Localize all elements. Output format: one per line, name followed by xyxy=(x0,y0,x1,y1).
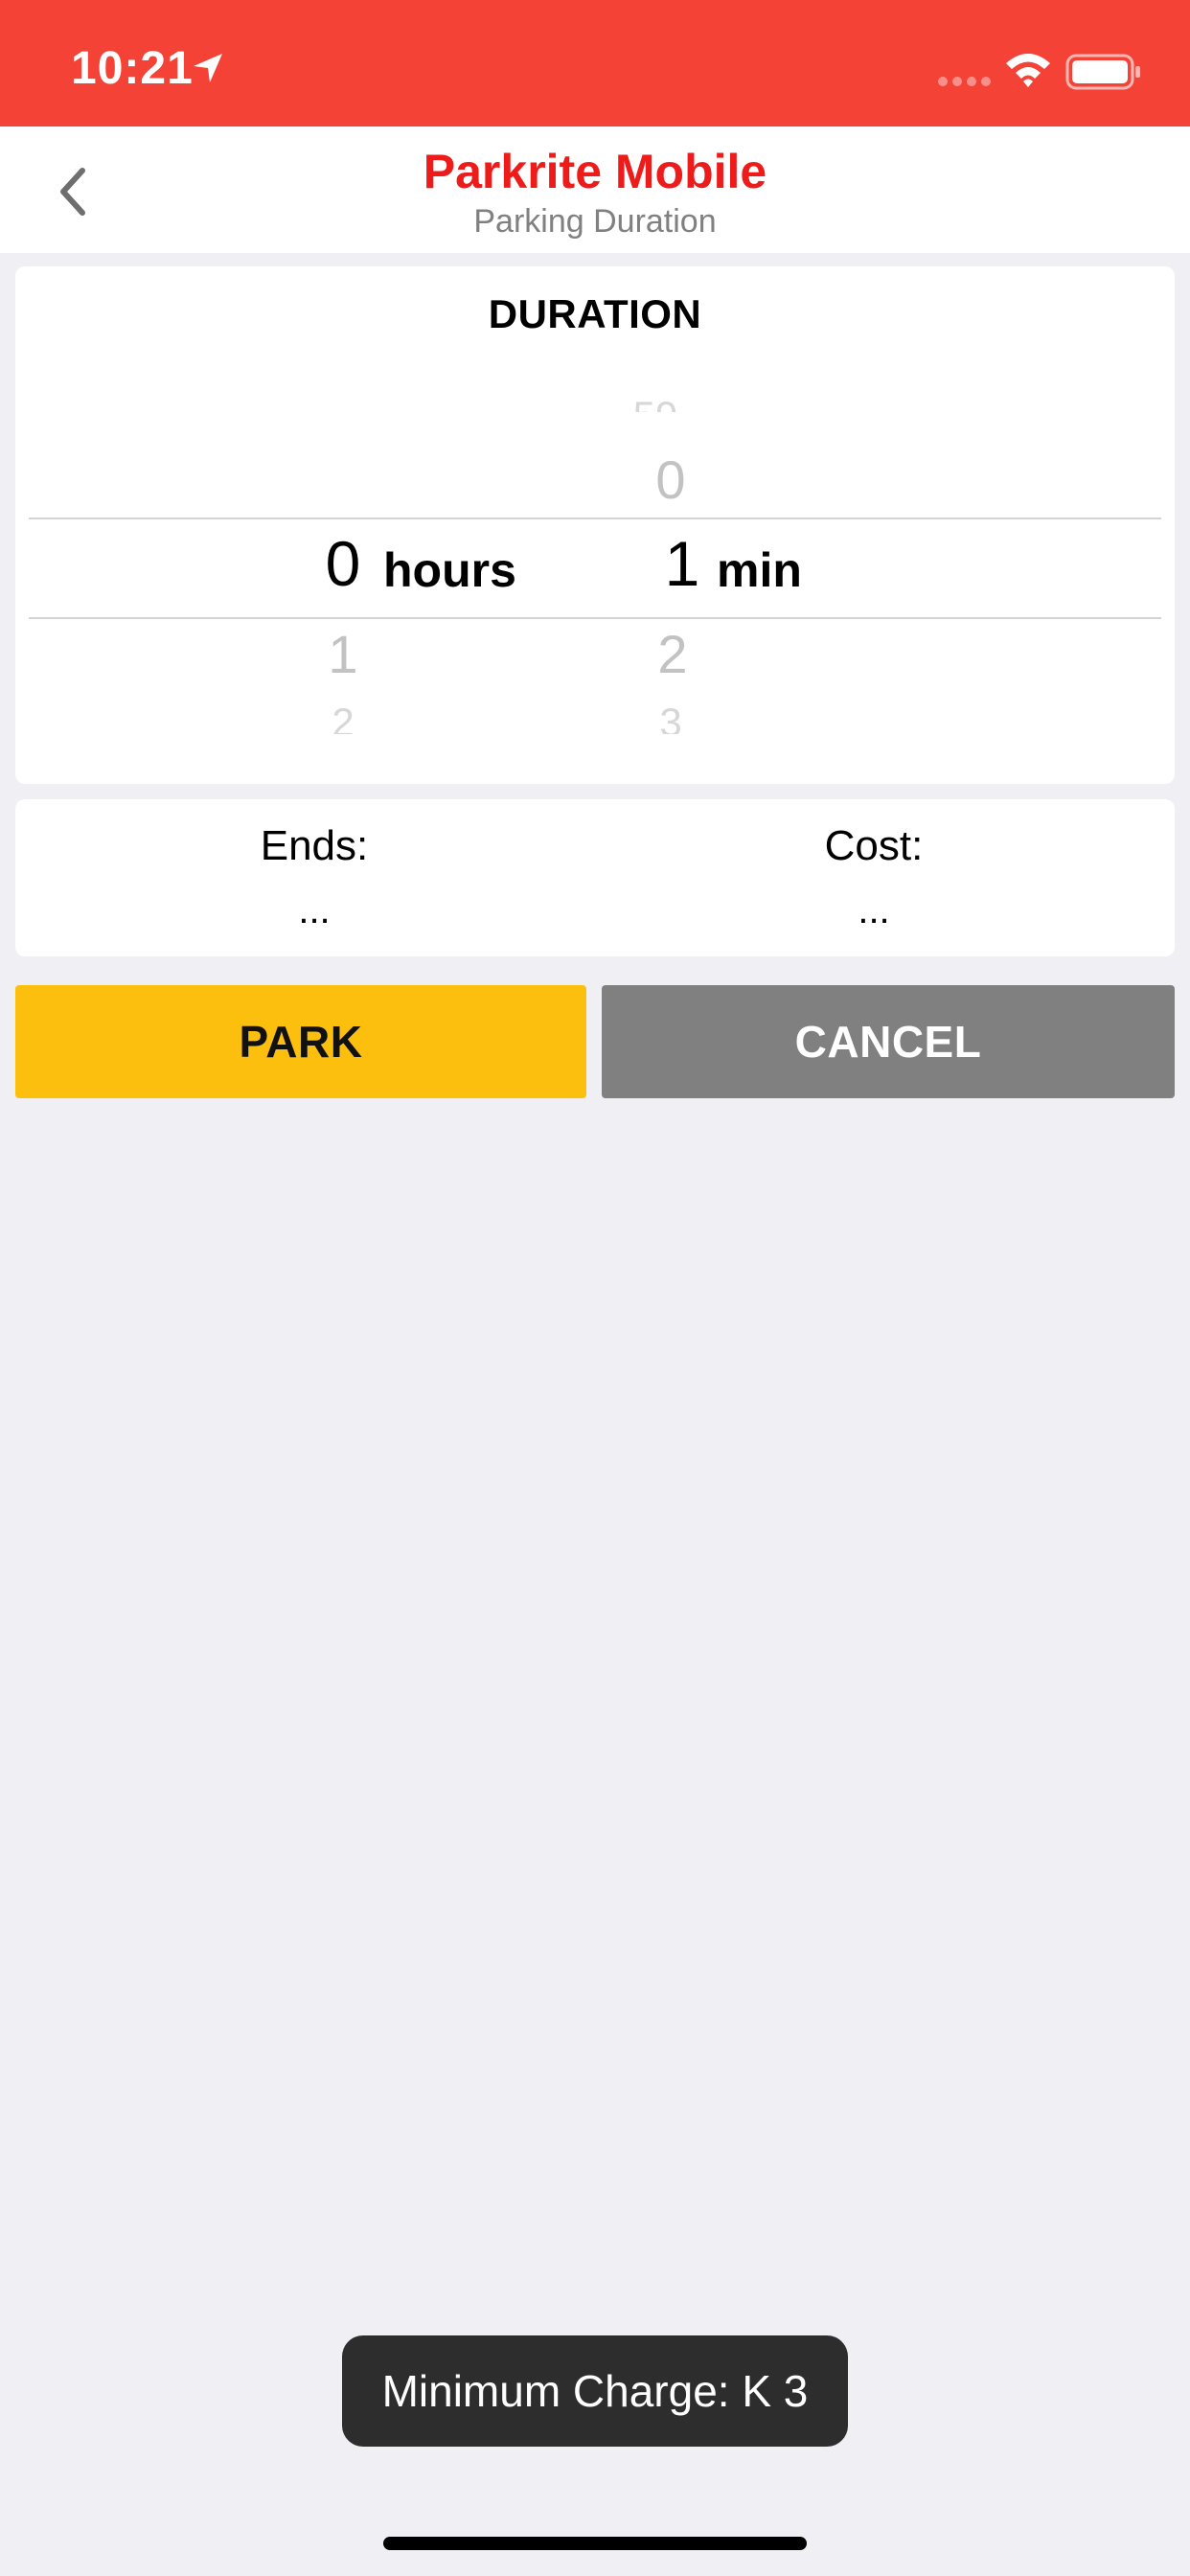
duration-title: DURATION xyxy=(488,291,702,336)
hours-option[interactable]: 2 xyxy=(286,700,400,734)
summary-card: Ends: ... Cost: ... xyxy=(15,799,1175,956)
status-bar: 10:21 xyxy=(0,0,1190,126)
page-subtitle: Parking Duration xyxy=(473,203,717,240)
cost-label: Cost: xyxy=(824,822,924,869)
minutes-unit-label: min xyxy=(717,543,802,597)
cancel-button[interactable]: CANCEL xyxy=(602,985,1175,1098)
status-time: 10:21 xyxy=(71,43,194,94)
ends-label: Ends: xyxy=(260,822,369,869)
wifi-icon xyxy=(1006,54,1050,87)
park-button[interactable]: PARK xyxy=(15,985,586,1098)
minutes-option[interactable]: 3 xyxy=(613,700,728,734)
battery-icon xyxy=(1065,54,1140,90)
home-indicator[interactable] xyxy=(383,2537,807,2550)
selection-line-top xyxy=(29,518,1161,519)
minutes-option[interactable]: 2 xyxy=(615,623,730,685)
signal-icon xyxy=(938,77,991,86)
minutes-option[interactable]: 59 xyxy=(598,387,713,412)
hours-unit-label: hours xyxy=(383,543,516,597)
ends-value: ... xyxy=(298,889,331,932)
cost-value: ... xyxy=(858,889,890,932)
duration-card: DURATION 0 1 2 hours 59 0 1 2 3 min xyxy=(15,266,1175,784)
nav-header: Parkrite Mobile Parking Duration xyxy=(0,126,1190,253)
selection-line-bottom xyxy=(29,617,1161,619)
toast-message: Minimum Charge: K 3 xyxy=(342,2335,848,2447)
hours-option[interactable]: 1 xyxy=(286,623,400,685)
page-title: Parkrite Mobile xyxy=(423,145,767,198)
minutes-option[interactable]: 0 xyxy=(613,448,728,511)
location-arrow-icon xyxy=(194,54,222,82)
